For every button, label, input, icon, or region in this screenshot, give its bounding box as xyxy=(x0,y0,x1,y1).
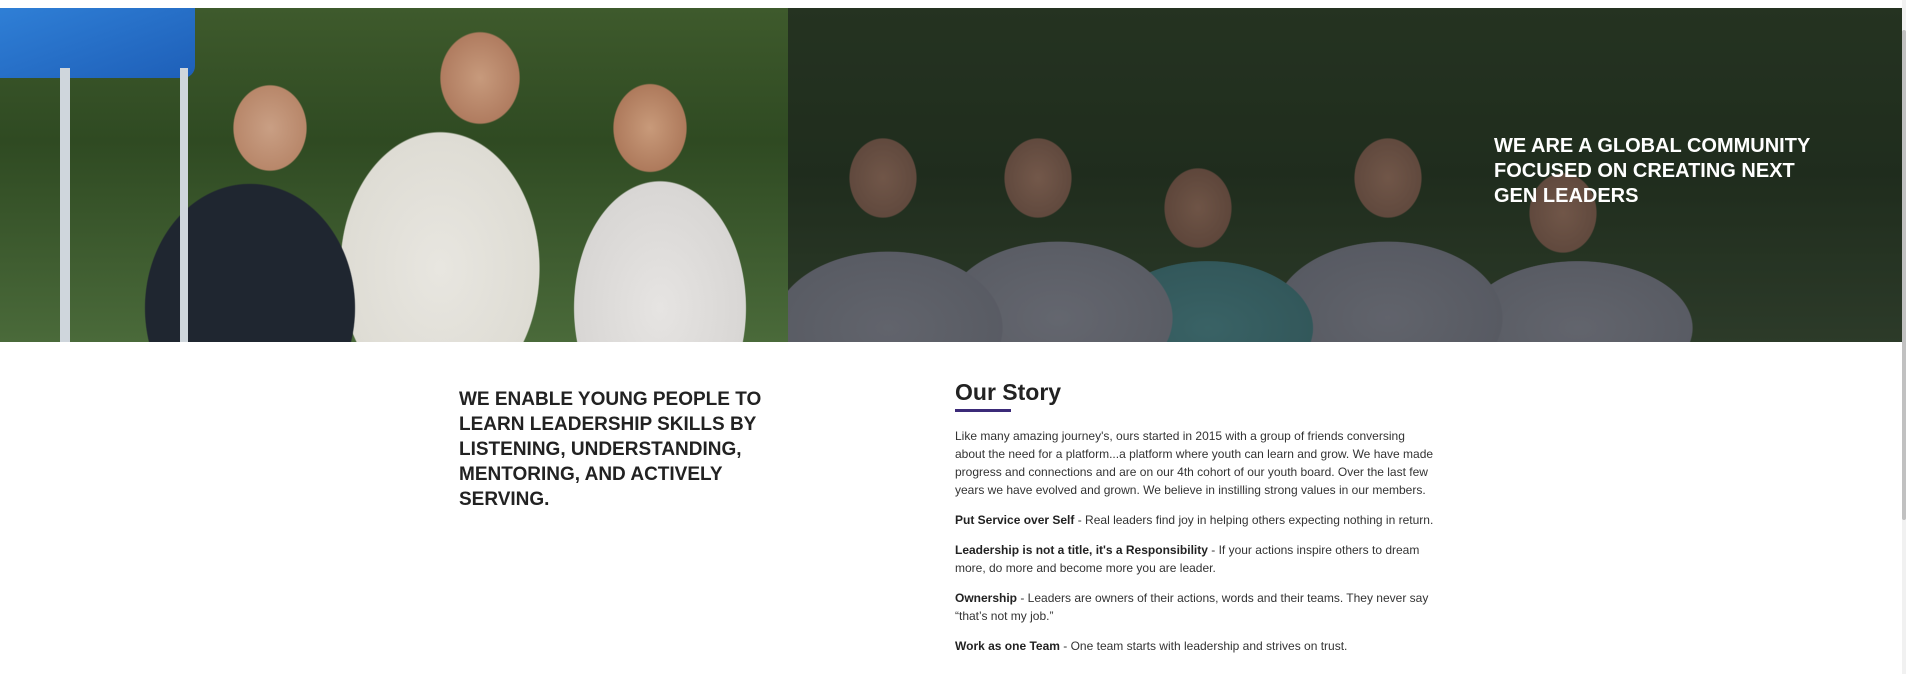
value-item: Work as one Team - One team starts with … xyxy=(955,637,1437,655)
value-text: - One team starts with leadership and st… xyxy=(1059,639,1348,653)
hero-photo-group-left xyxy=(0,8,788,342)
tent-pole xyxy=(60,68,70,342)
value-title: Put Service over Self xyxy=(955,513,1075,527)
mission-statement: WE ENABLE YOUNG PEOPLE TO LEARN LEADERSH… xyxy=(459,389,762,510)
hero-tagline: WE ARE A GLOBAL COMMUNITY FOCUSED ON CRE… xyxy=(1494,135,1810,207)
top-strip xyxy=(0,0,1906,8)
story-title-underline xyxy=(955,409,1011,412)
value-title: Work as one Team xyxy=(955,639,1060,653)
our-story-section: Our Story Like many amazing journey's, o… xyxy=(955,378,1437,667)
scrollbar-thumb[interactable] xyxy=(1902,30,1906,520)
tent-pole xyxy=(180,68,188,342)
value-title: Ownership xyxy=(955,591,1018,605)
value-text: - Leaders are owners of their actions, w… xyxy=(955,591,1429,623)
page-scrollbar[interactable] xyxy=(1902,0,1906,674)
value-title: Leadership is not a title, it's a Respon… xyxy=(955,543,1208,557)
story-title: Our Story xyxy=(955,379,1062,405)
canopy-tent xyxy=(0,8,195,78)
value-item: Put Service over Self - Real leaders fin… xyxy=(955,511,1437,529)
hero-banner: WE ARE A GLOBAL COMMUNITY FOCUSED ON CRE… xyxy=(0,8,1902,342)
story-intro: Like many amazing journey's, ours starte… xyxy=(955,429,1434,497)
value-item: Leadership is not a title, it's a Respon… xyxy=(955,541,1437,577)
value-text: - Real leaders find joy in helping other… xyxy=(1074,513,1434,527)
value-item: Ownership - Leaders are owners of their … xyxy=(955,589,1437,625)
